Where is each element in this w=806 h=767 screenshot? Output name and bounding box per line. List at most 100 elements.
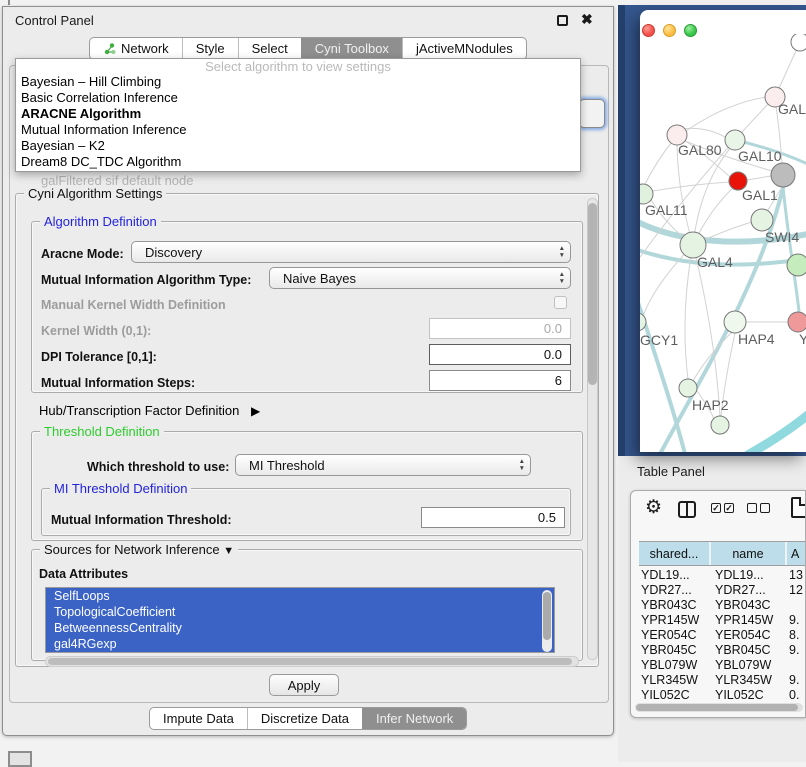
table-cell: YBR045C (639, 643, 711, 658)
network-node[interactable] (725, 130, 745, 150)
dropdown-item[interactable]: Mutual Information Inference (16, 122, 580, 138)
table-cell: YBR043C (639, 598, 711, 613)
network-icon (103, 42, 116, 56)
stepper-icon: ▲▼ (559, 272, 565, 285)
sources-group-title: Sources for Network Inference ▼ (40, 542, 238, 557)
data-attributes-list[interactable]: SelfLoops TopologicalCoefficient Between… (45, 587, 555, 653)
tab-select[interactable]: Select (238, 38, 301, 59)
network-view-window: GAL GAL80 GAL10 GAL1 GAL11 SWI4 GAL4 GCY… (640, 10, 806, 452)
table-horizontal-scrollbar-thumb[interactable] (636, 704, 798, 711)
network-node[interactable] (640, 184, 653, 204)
table-cell: YPR145W (639, 613, 711, 628)
column-header[interactable]: shared... (639, 542, 711, 565)
table-cell: YDR27... (711, 583, 787, 598)
list-item[interactable]: TopologicalCoefficient (46, 604, 554, 620)
float-window-icon[interactable] (557, 15, 568, 26)
aracne-mode-value: Discovery (145, 245, 202, 260)
collapsed-arrow-icon: ▶ (251, 404, 260, 418)
network-node-label: GAL80 (678, 142, 722, 158)
network-node[interactable] (751, 209, 773, 231)
dropdown-item[interactable]: Bayesian – K2 (16, 138, 580, 154)
mi-threshold-field[interactable]: 0.5 (421, 507, 565, 528)
dpi-tolerance-field[interactable]: 0.0 (429, 344, 571, 365)
manual-kernel-checkbox[interactable] (554, 296, 567, 309)
table-horizontal-scrollbar-track[interactable] (635, 703, 803, 712)
expanded-arrow-icon[interactable]: ▼ (223, 545, 234, 557)
dropdown-item[interactable]: Dream8 DC_TDC Algorithm (16, 154, 580, 170)
tab-network[interactable]: Network (90, 38, 182, 59)
network-node-label: GAL4 (697, 254, 733, 270)
network-node[interactable] (724, 311, 746, 333)
network-graph[interactable]: GAL GAL80 GAL10 GAL1 GAL11 SWI4 GAL4 GCY… (640, 34, 806, 452)
dropdown-item[interactable]: Bayesian – Hill Climbing (16, 74, 580, 90)
table-row[interactable]: YBR045C YBR045C 9. (639, 643, 806, 658)
table-cell: YLR345W (639, 673, 711, 688)
deselect-all-columns-icon[interactable] (747, 503, 770, 513)
settings-scrollbar-thumb[interactable] (588, 203, 597, 385)
kernel-width-field[interactable]: 0.0 (429, 318, 571, 339)
network-node[interactable] (787, 254, 806, 276)
column-header[interactable]: name (711, 542, 787, 565)
horizontal-scrollbar-thumb[interactable] (48, 658, 572, 665)
control-panel-tabs: Network Style Select Cyni Toolbox jActiv… (89, 37, 527, 60)
select-all-columns-icon[interactable]: ✓✓ (711, 503, 734, 513)
tab-select-label: Select (252, 41, 288, 56)
table-cell: YLR345W (711, 673, 787, 688)
table-cell: YER054C (639, 628, 711, 643)
tab-cyni-toolbox[interactable]: Cyni Toolbox (301, 38, 402, 59)
mi-steps-field[interactable]: 6 (429, 370, 571, 391)
background-combo-text: galFiltered sif default node (41, 173, 193, 188)
network-node-label: GAL11 (645, 202, 688, 218)
table-row[interactable]: YLR345W YLR345W 9. (639, 673, 806, 688)
algorithm-combo-fragment[interactable] (579, 99, 605, 128)
tab-infer-network-label: Infer Network (376, 711, 453, 726)
aracne-mode-label: Aracne Mode: (41, 247, 124, 261)
table-row[interactable]: YIL052C YIL052C 0. (639, 688, 806, 701)
file-icon[interactable] (791, 497, 806, 518)
column-header[interactable]: A (787, 542, 806, 565)
close-icon[interactable]: ✖ (581, 11, 593, 28)
network-node[interactable] (771, 163, 795, 187)
tab-style-label: Style (196, 41, 225, 56)
mi-type-label: Mutual Information Algorithm Type: (41, 273, 251, 287)
table-header-row: shared... name A (639, 541, 806, 566)
network-node[interactable] (788, 312, 806, 332)
horizontal-scrollbar-track[interactable] (45, 656, 579, 667)
table-cell: YDL19... (639, 568, 711, 583)
list-item[interactable]: SelfLoops (46, 588, 554, 604)
network-node[interactable] (711, 416, 729, 434)
mi-steps-label: Mutual Information Steps: (41, 376, 195, 390)
network-node-label: Y (799, 331, 806, 347)
kernel-width-label: Kernel Width (0,1): (41, 324, 151, 338)
table-row[interactable]: YBL079W YBL079W (639, 658, 806, 673)
apply-button[interactable]: Apply (269, 674, 339, 696)
table-row[interactable]: YPR145W YPR145W 9. (639, 613, 806, 628)
table-row[interactable]: YBR043C YBR043C (639, 598, 806, 613)
table-cell: 13 (787, 568, 806, 583)
tab-network-label: Network (121, 41, 169, 56)
list-item[interactable]: gal4RGexp (46, 636, 554, 652)
table-row[interactable]: YDL19... YDL19... 13 (639, 568, 806, 583)
minimized-panel-icon[interactable] (8, 751, 32, 767)
hub-definition-expander[interactable]: Hub/Transcription Factor Definition ▶ (39, 403, 260, 418)
tab-style[interactable]: Style (182, 38, 238, 59)
which-threshold-combo[interactable]: MI Threshold ▲▼ (235, 454, 531, 476)
table-row[interactable]: YDR27... YDR27... 12 (639, 583, 806, 598)
table-cell: 0. (787, 688, 806, 701)
table-row[interactable]: YER054C YER054C 8. (639, 628, 806, 643)
dropdown-item-selected[interactable]: ARACNE Algorithm (16, 106, 580, 122)
window-edge-tick (8, 0, 10, 5)
list-item[interactable]: BetweennessCentrality (46, 620, 554, 636)
tab-jactivemnodules[interactable]: jActiveMNodules (402, 38, 526, 59)
list-scrollbar-thumb[interactable] (543, 592, 551, 640)
dropdown-item[interactable]: Basic Correlation Inference (16, 90, 580, 106)
tab-infer-network[interactable]: Infer Network (362, 708, 466, 729)
network-node[interactable] (679, 379, 697, 397)
aracne-mode-combo[interactable]: Discovery ▲▼ (131, 241, 571, 263)
mi-type-combo[interactable]: Naive Bayes ▲▼ (269, 267, 571, 289)
tab-impute-data[interactable]: Impute Data (150, 708, 247, 729)
tab-discretize-data[interactable]: Discretize Data (247, 708, 362, 729)
gear-icon[interactable]: ⚙ (645, 496, 662, 519)
network-node[interactable] (791, 34, 806, 51)
split-columns-icon[interactable] (678, 501, 696, 518)
